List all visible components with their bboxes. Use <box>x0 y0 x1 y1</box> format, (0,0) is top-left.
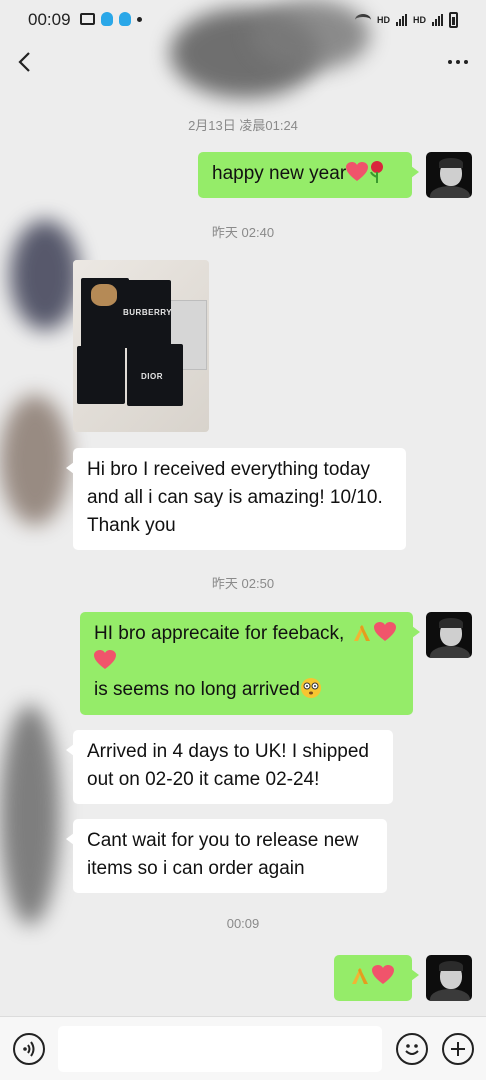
red-heart-icon <box>346 162 369 182</box>
message-bubble-sent[interactable] <box>334 955 419 1001</box>
privacy-blur <box>250 0 370 70</box>
timestamp: 昨天 02:40 <box>211 225 275 240</box>
folded-hands-icon <box>353 625 370 641</box>
folded-hands-icon <box>352 968 368 984</box>
timestamp: 00:09 <box>226 916 260 931</box>
signal-icon <box>396 14 407 26</box>
qq-icon <box>101 12 113 26</box>
status-time: 00:09 <box>28 10 71 29</box>
smiley-icon[interactable] <box>396 1033 428 1065</box>
flushed-face-icon <box>300 678 321 698</box>
message-bubble-sent[interactable]: happy new year <box>198 152 419 198</box>
chevron-left-icon[interactable] <box>14 50 38 74</box>
rose-icon <box>370 161 384 183</box>
message-bubble-received[interactable]: Arrived in 4 days to UK! I shipped out o… <box>66 730 393 804</box>
gallery-icon <box>80 13 95 25</box>
timestamp: 昨天 02:50 <box>211 576 275 591</box>
avatar[interactable] <box>426 152 472 198</box>
red-heart-icon <box>373 622 396 642</box>
red-heart-icon <box>372 965 394 985</box>
package-label: BURBERRY <box>123 308 173 317</box>
notification-dot-icon <box>137 16 142 22</box>
plus-circle-icon[interactable] <box>442 1033 474 1065</box>
hd-label: HD <box>413 15 426 25</box>
avatar[interactable] <box>426 955 472 1001</box>
avatar[interactable] <box>426 612 472 658</box>
image-message[interactable]: BURBERRY DIOR <box>73 260 209 432</box>
more-horizontal-icon[interactable] <box>448 60 468 64</box>
message-bubble-received[interactable]: Cant wait for you to release new items s… <box>66 819 387 893</box>
chat-area[interactable]: 2月13日 凌晨01:24 happy new year 昨天 02:40 BU… <box>0 86 486 1016</box>
battery-icon <box>449 12 458 28</box>
timestamp: 2月13日 凌晨01:24 <box>188 118 298 133</box>
signal-icon <box>432 14 443 26</box>
hd-label: HD <box>377 15 390 25</box>
qq-icon <box>119 12 131 26</box>
input-bar <box>0 1016 486 1080</box>
message-bubble-received[interactable]: Hi bro I received everything today and a… <box>66 448 406 550</box>
message-input[interactable] <box>58 1026 382 1072</box>
message-bubble-sent[interactable]: HI bro apprecaite for feeback, is seems … <box>80 612 420 715</box>
voice-icon[interactable] <box>13 1033 45 1065</box>
red-heart-icon <box>94 650 116 670</box>
package-label: DIOR <box>141 372 163 381</box>
